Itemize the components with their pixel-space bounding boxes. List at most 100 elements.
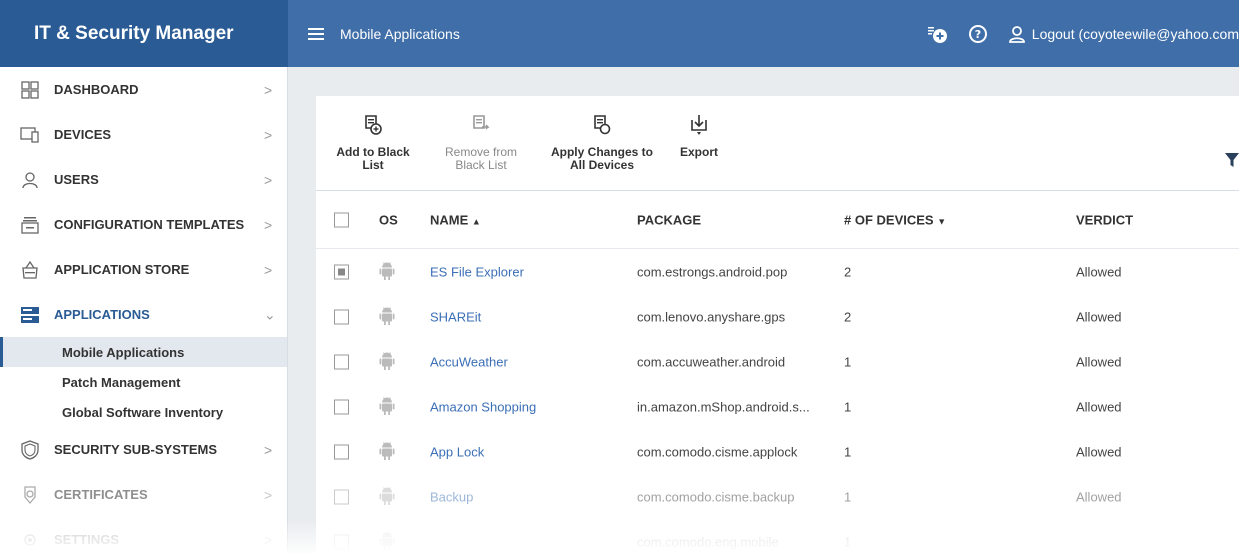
sidebar-item-certificates[interactable]: CERTIFICATES >: [0, 472, 287, 517]
package-name: in.amazon.mShop.android.s...: [637, 399, 810, 414]
row-checkbox[interactable]: [334, 309, 349, 324]
package-name: com.lenovo.anyshare.gps: [637, 309, 786, 324]
sidebar-subitem-global-software-inventory[interactable]: Global Software Inventory: [0, 397, 287, 427]
remove-from-black-list-label-2: Black List: [455, 158, 507, 172]
add-to-black-list-label: Add to Black List: [336, 145, 410, 172]
sidebar-item-label: USERS: [54, 172, 99, 187]
select-all-checkbox[interactable]: [334, 212, 349, 227]
sidebar-item-label: DEVICES: [54, 127, 112, 142]
table-row[interactable]: com.comodo.eng.mobile 1: [316, 519, 1239, 553]
app-name-link[interactable]: Backup: [430, 489, 473, 504]
table-row[interactable]: App Lock com.comodo.cisme.applock 1 Allowed: [316, 429, 1239, 474]
app-name-link[interactable]: ES File Explorer: [430, 264, 524, 279]
svg-text:?: ?: [975, 28, 981, 41]
sidebar-item-users[interactable]: USERS >: [0, 157, 287, 202]
column-verdict[interactable]: VERDICT: [1076, 212, 1133, 227]
device-count: 1: [844, 399, 852, 414]
android-icon: [379, 350, 395, 373]
package-name: com.comodo.cisme.backup: [637, 489, 795, 504]
menu-icon[interactable]: [308, 27, 324, 40]
app-name-link[interactable]: App Lock: [430, 444, 484, 459]
app-name-link[interactable]: Amazon Shopping: [430, 399, 536, 414]
table-row[interactable]: Backup com.comodo.cisme.backup 1 Allowed: [316, 474, 1239, 519]
column-devices[interactable]: # OF DEVICES ▼: [844, 212, 946, 227]
sidebar-item-dashboard[interactable]: DASHBOARD >: [0, 67, 287, 112]
package-name: com.comodo.cisme.applock: [637, 444, 798, 459]
top-bar: Mobile Applications ? Logout (coyoteewil…: [288, 0, 1239, 67]
column-name[interactable]: NAME ▲: [430, 212, 481, 227]
android-icon: [379, 305, 395, 328]
android-icon: [379, 440, 395, 463]
sidebar-item-label: APPLICATIONS: [54, 307, 150, 322]
devices-icon: [20, 125, 40, 145]
table-row[interactable]: Amazon Shopping in.amazon.mShop.android.s…: [316, 384, 1239, 429]
remove-from-black-list-button[interactable]: Remove from Black List: [438, 114, 524, 172]
toolbar: Add to Black List Remove from Black List…: [316, 96, 1239, 191]
applications-icon: [20, 305, 40, 325]
sidebar-item-label: APPLICATION STORE: [54, 262, 190, 277]
column-package[interactable]: PACKAGE: [637, 212, 701, 227]
device-count: 1: [844, 354, 852, 369]
help-icon[interactable]: ?: [968, 24, 988, 44]
table-header: OS NAME ▲ PACKAGE # OF DEVICES ▼ VERDICT: [316, 191, 1239, 249]
chevron-right-icon: >: [264, 261, 273, 278]
chevron-right-icon: >: [264, 126, 273, 143]
android-icon: [379, 530, 395, 553]
android-icon: [379, 485, 395, 508]
sidebar-item-security-sub-systems[interactable]: SECURITY SUB-SYSTEMS >: [0, 427, 287, 472]
filter-icon[interactable]: [1225, 152, 1239, 173]
store-icon: [20, 260, 40, 280]
sidebar-subitem-mobile-applications[interactable]: Mobile Applications: [0, 337, 287, 367]
export-button[interactable]: Export: [674, 114, 724, 159]
apply-changes-button[interactable]: Apply Changes to All Devices: [550, 114, 654, 172]
chevron-right-icon: >: [264, 441, 273, 458]
add-to-black-list-button[interactable]: Add to Black List: [325, 114, 421, 172]
chevron-right-icon: >: [264, 486, 273, 503]
certificate-icon: [20, 485, 40, 505]
chevron-right-icon: >: [264, 171, 273, 188]
user-icon: [20, 170, 40, 190]
apply-changes-icon: [594, 115, 611, 135]
package-name: com.accuweather.android: [637, 354, 786, 369]
app-name-link[interactable]: AccuWeather: [430, 354, 508, 369]
row-checkbox[interactable]: [334, 354, 349, 369]
verdict: Allowed: [1076, 264, 1122, 279]
sidebar-item-applications[interactable]: APPLICATIONS ⌄: [0, 292, 287, 337]
column-os[interactable]: OS: [379, 212, 398, 227]
export-label: Export: [679, 145, 718, 159]
apply-changes-label-2: All Devices: [569, 158, 635, 172]
user-icon: [1008, 25, 1025, 43]
sidebar-subitem-patch-management[interactable]: Patch Management: [0, 367, 287, 397]
verdict: Allowed: [1076, 399, 1122, 414]
blacklist-add-icon: [365, 115, 382, 135]
row-checkbox[interactable]: [334, 489, 349, 504]
blacklist-remove-icon: [473, 115, 490, 130]
device-count: 2: [844, 264, 852, 279]
logout-button[interactable]: Logout (coyoteewile@yahoo.com: [1008, 25, 1239, 43]
table-row[interactable]: AccuWeather com.accuweather.android 1 Allow…: [316, 339, 1239, 384]
sidebar-item-application-store[interactable]: APPLICATION STORE >: [0, 247, 287, 292]
table-row[interactable]: ES File Explorer com.estrongs.android.pop…: [316, 249, 1239, 294]
export-icon: [691, 115, 707, 135]
sidebar-item-label: SETTINGS: [54, 532, 120, 547]
device-count: 2: [844, 309, 852, 324]
app-name-link[interactable]: SHAREit: [430, 309, 481, 324]
sort-asc-icon: ▲: [471, 216, 481, 226]
device-count: 1: [844, 444, 852, 459]
dashboard-icon: [20, 80, 40, 100]
sidebar-item-devices[interactable]: DEVICES >: [0, 112, 287, 157]
row-checkbox[interactable]: [334, 399, 349, 414]
android-icon: [379, 395, 395, 418]
sidebar-item-settings[interactable]: SETTINGS >: [0, 517, 287, 553]
chevron-down-icon: ⌄: [264, 306, 276, 322]
row-checkbox[interactable]: [334, 264, 349, 279]
verdict: Allowed: [1076, 489, 1122, 504]
package-name: com.comodo.eng.mobile: [637, 534, 779, 549]
table-row[interactable]: SHAREit com.lenovo.anyshare.gps 2 Allowed: [316, 294, 1239, 339]
add-notification-icon[interactable]: [926, 24, 948, 44]
row-checkbox[interactable]: [334, 444, 349, 459]
row-checkbox[interactable]: [334, 534, 349, 549]
android-icon: [379, 260, 395, 283]
sidebar-item-configuration-templates[interactable]: CONFIGURATION TEMPLATES >: [0, 202, 287, 247]
column-name-label: NAME: [430, 212, 469, 227]
